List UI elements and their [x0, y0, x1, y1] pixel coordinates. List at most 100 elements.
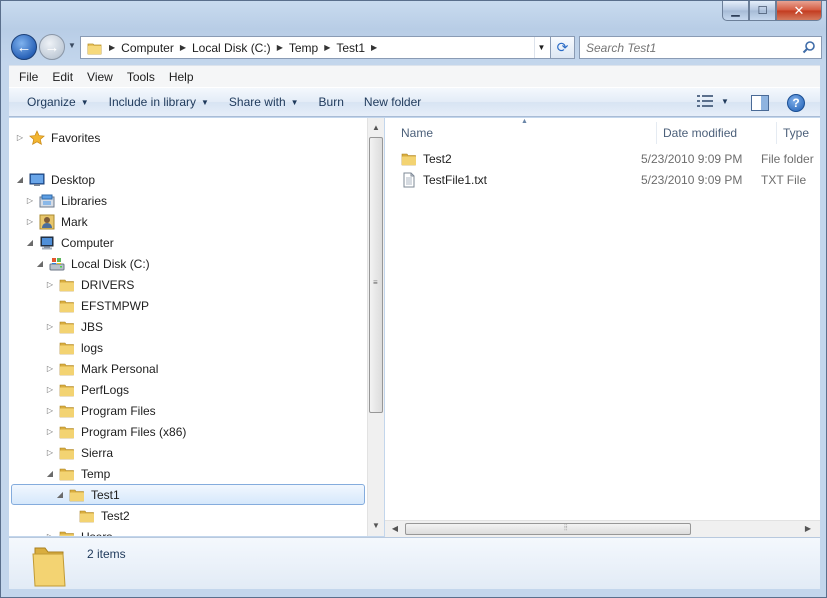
tree-item-mark-personal[interactable]: ▷ Mark Personal — [45, 358, 158, 379]
scrollbar-thumb[interactable]: ≡ — [369, 137, 383, 413]
chevron-right-icon[interactable]: ▶ — [324, 43, 330, 52]
menu-edit[interactable]: Edit — [45, 70, 80, 84]
collapsed-arrow-icon[interactable]: ▷ — [45, 427, 55, 436]
scroll-left-arrow-icon[interactable]: ◀ — [387, 521, 403, 537]
refresh-icon: ⟳ — [556, 39, 569, 55]
tree-item-favorites[interactable]: ▷ Favorites — [15, 127, 100, 148]
scroll-right-arrow-icon[interactable]: ▶ — [800, 521, 816, 537]
search-input[interactable] — [580, 37, 790, 58]
collapsed-arrow-icon[interactable]: ▷ — [45, 280, 55, 289]
expanded-arrow-icon[interactable]: ◢ — [45, 469, 55, 478]
tree-item-libraries[interactable]: ▷ Libraries — [25, 190, 107, 211]
chevron-right-icon[interactable]: ▶ — [109, 43, 115, 52]
chevron-right-icon[interactable]: ▶ — [371, 43, 377, 52]
tree-item-logs[interactable]: logs — [45, 337, 103, 358]
help-button[interactable]: ? — [787, 94, 805, 112]
tree-item-perflogs[interactable]: ▷ PerfLogs — [45, 379, 129, 400]
tree-item-users[interactable]: ▷ Users — [45, 526, 112, 536]
maximize-button[interactable]: ☐ — [749, 1, 776, 21]
tree-item-desktop[interactable]: ◢ Desktop — [15, 169, 95, 190]
chevron-right-icon[interactable]: ▶ — [180, 43, 186, 52]
expanded-arrow-icon[interactable]: ◢ — [55, 490, 65, 499]
grip-icon: ⦙⦙ — [564, 523, 568, 532]
tree-item-label: logs — [81, 340, 104, 355]
address-history-dropdown[interactable]: ▼ — [534, 37, 548, 58]
collapsed-arrow-icon[interactable]: ▷ — [25, 196, 35, 205]
breadcrumb-segment-local-disk-c[interactable]: ▶ Local Disk (C:) — [174, 37, 271, 58]
include-in-library-button[interactable]: Include in library ▼ — [99, 95, 219, 109]
tree-item-drivers[interactable]: ▷ DRIVERS — [45, 274, 134, 295]
menu-file[interactable]: File — [9, 70, 45, 84]
tree-item-label: Test2 — [101, 508, 130, 523]
collapsed-arrow-icon[interactable]: ▷ — [45, 364, 55, 373]
search-icon[interactable] — [802, 40, 816, 54]
tree-item-sierra[interactable]: ▷ Sierra — [45, 442, 113, 463]
collapsed-arrow-icon[interactable]: ▷ — [15, 133, 25, 142]
collapsed-arrow-icon[interactable]: ▷ — [45, 448, 55, 457]
new-folder-button[interactable]: New folder — [354, 95, 431, 109]
breadcrumb-segment-test1[interactable]: ▶ Test1 — [318, 37, 365, 58]
chevron-right-icon[interactable]: ▶ — [277, 43, 283, 52]
expanded-arrow-icon[interactable]: ◢ — [15, 175, 25, 184]
menu-tools[interactable]: Tools — [120, 70, 162, 84]
organize-button[interactable]: Organize ▼ — [9, 95, 99, 109]
refresh-button[interactable]: ⟳ — [550, 37, 574, 58]
breadcrumb-segment-temp[interactable]: ▶ Temp — [271, 37, 319, 58]
share-with-button[interactable]: Share with ▼ — [219, 95, 309, 109]
recent-pages-dropdown[interactable]: ▼ — [68, 41, 76, 50]
horizontal-scrollbar-thumb[interactable]: ⦙⦙ — [405, 523, 691, 535]
tree-item-mark[interactable]: ▷ Mark — [25, 211, 88, 232]
file-list-pane: ▲ Name Date modified Type Test2 5/23/2010… — [385, 118, 820, 536]
collapsed-arrow-icon[interactable]: ▷ — [25, 217, 35, 226]
tree-item-local-disk-c[interactable]: ◢ Local Disk (C:) — [35, 253, 150, 274]
tree-item-test2[interactable]: Test2 — [65, 505, 130, 526]
new-folder-label: New folder — [363, 95, 422, 109]
search-box — [579, 36, 822, 59]
breadcrumb-segment-computer[interactable]: ▶ Computer — [103, 37, 174, 58]
tree-item-label: Mark — [61, 214, 88, 229]
folder-icon — [59, 361, 75, 377]
file-row-test2[interactable]: Test2 5/23/2010 9:09 PM File folder — [401, 149, 814, 169]
folder-icon — [59, 319, 75, 335]
tree-item-jbs[interactable]: ▷ JBS — [45, 316, 103, 337]
expanded-arrow-icon[interactable]: ◢ — [35, 259, 45, 268]
tree-item-temp[interactable]: ◢ Temp — [45, 463, 110, 484]
scroll-up-arrow-icon[interactable]: ▲ — [368, 120, 384, 136]
tree-item-label: Libraries — [61, 193, 108, 208]
column-header-date-modified[interactable]: Date modified — [657, 122, 777, 144]
menu-help[interactable]: Help — [162, 70, 201, 84]
minimize-button[interactable]: ▁ — [722, 1, 749, 21]
tree-item-label: Users — [81, 530, 112, 537]
column-header-type[interactable]: Type — [777, 122, 820, 144]
views-dropdown-icon[interactable]: ▼ — [721, 97, 729, 106]
tree-item-computer[interactable]: ◢ Computer — [25, 232, 114, 253]
forward-button[interactable]: → — [39, 34, 65, 60]
close-button[interactable]: ✕ — [776, 1, 822, 21]
collapsed-arrow-icon[interactable]: ▷ — [45, 406, 55, 415]
tree-item-program-files[interactable]: ▷ Program Files — [45, 400, 156, 421]
file-name-cell: TestFile1.txt — [401, 172, 641, 188]
navigation-pane-scrollbar[interactable]: ▲ ≡ ▼ — [367, 118, 384, 536]
tree-item-program-files-x86[interactable]: ▷ Program Files (x86) — [45, 421, 186, 442]
collapsed-arrow-icon[interactable]: ▷ — [45, 385, 55, 394]
collapsed-arrow-icon[interactable]: ▷ — [45, 532, 55, 536]
menu-view[interactable]: View — [80, 70, 120, 84]
burn-button[interactable]: Burn — [309, 95, 354, 109]
change-view-button[interactable]: ▼ — [697, 94, 729, 108]
collapsed-arrow-icon[interactable]: ▷ — [45, 322, 55, 331]
breadcrumb-label: Temp — [288, 40, 319, 55]
tree-item-efstmpwp[interactable]: EFSTMPWP — [45, 295, 149, 316]
column-header-name[interactable]: Name — [395, 122, 657, 144]
back-arrow-icon: ← — [16, 38, 32, 56]
horizontal-scrollbar[interactable]: ◀ ⦙⦙ ▶ — [385, 520, 820, 537]
expanded-arrow-icon[interactable]: ◢ — [25, 238, 35, 247]
scroll-down-arrow-icon[interactable]: ▼ — [368, 518, 384, 534]
library-icon — [39, 193, 55, 209]
address-bar[interactable]: ▶ Computer ▶ Local Disk (C:) ▶ Temp ▶ Test1 ▶ ▼ … — [80, 36, 575, 59]
back-button[interactable]: ← — [11, 34, 37, 60]
preview-pane-icon[interactable] — [751, 95, 769, 111]
tree-item-label: Computer — [61, 235, 114, 250]
tree-item-label: Mark Personal — [81, 361, 159, 376]
file-row-testfile1-txt[interactable]: TestFile1.txt 5/23/2010 9:09 PM TXT File — [401, 170, 806, 190]
tree-item-test1[interactable]: ◢ Test1 — [11, 484, 365, 505]
